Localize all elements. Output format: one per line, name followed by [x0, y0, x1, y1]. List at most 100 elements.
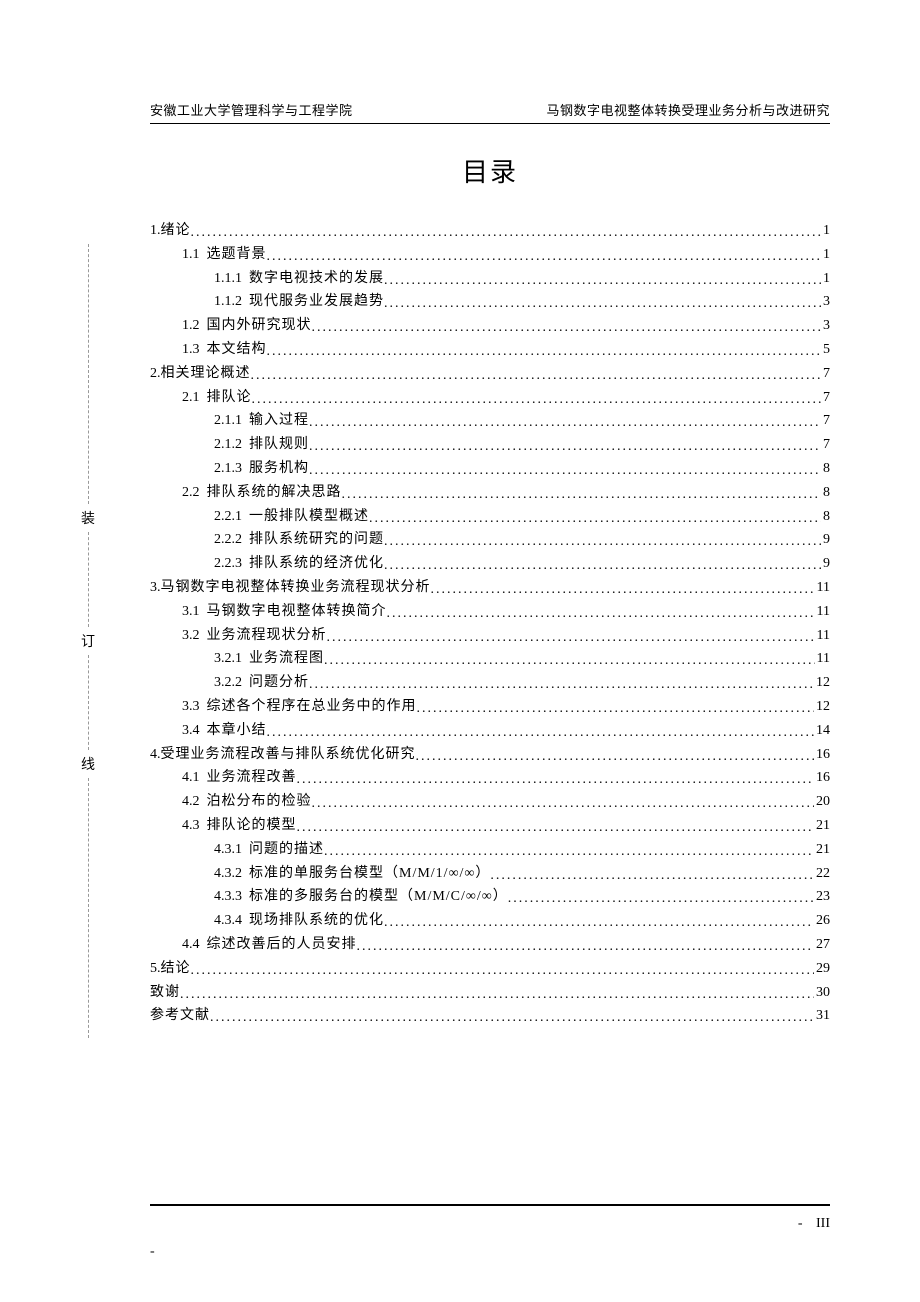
toc-gap: [242, 505, 249, 529]
toc-number: 4.3.1: [214, 838, 242, 862]
toc-leader-dots: [431, 578, 815, 602]
footer-rule: [150, 1204, 830, 1206]
toc-entry: 4.3.4 现场排队系统的优化26: [150, 909, 830, 933]
toc-number: 1.1: [182, 243, 200, 267]
toc-page: 9: [821, 552, 830, 576]
toc-label: 问题的描述: [249, 838, 324, 862]
toc-page: 31: [814, 1004, 830, 1028]
toc-leader-dots: [297, 768, 815, 792]
toc-leader-dots: [342, 483, 822, 507]
toc-leader-dots: [309, 459, 821, 483]
toc-gap: [242, 528, 249, 552]
toc-entry: 2.2.1 一般排队模型概述8: [150, 505, 830, 529]
binding-char-2: 订: [78, 631, 98, 651]
toc-leader-dots: [309, 435, 821, 459]
toc-number: 2.2.2: [214, 528, 242, 552]
toc-leader-dots: [312, 792, 815, 816]
toc-page: 7: [821, 409, 830, 433]
toc-entry: 参考文献 31: [150, 1004, 830, 1028]
toc-label: 本文结构: [207, 338, 267, 362]
toc-label: 综述各个程序在总业务中的作用: [207, 695, 417, 719]
toc-page: 8: [821, 481, 830, 505]
toc-page: 23: [814, 885, 830, 909]
toc-entry: 3.2.2 问题分析12: [150, 671, 830, 695]
toc-page: 1: [821, 267, 830, 291]
toc-page: 30: [814, 981, 830, 1005]
toc-label: 业务流程改善: [207, 766, 297, 790]
toc-page: 7: [821, 386, 830, 410]
toc-page: 12: [814, 671, 830, 695]
toc-number: 1.: [150, 219, 161, 243]
toc-leader-dots: [369, 507, 821, 531]
toc-page: 11: [815, 647, 830, 671]
toc-entry: 1.3 本文结构5: [150, 338, 830, 362]
toc-number: 3.1: [182, 600, 200, 624]
toc-gap: [200, 386, 207, 410]
toc-number: 4.3.3: [214, 885, 242, 909]
toc-gap: [200, 600, 207, 624]
toc-label: 受理业务流程改善与排队系统优化研究: [161, 743, 416, 767]
toc-gap: [200, 243, 207, 267]
toc-number: 2.: [150, 362, 161, 386]
toc-page: 27: [814, 933, 830, 957]
toc-gap: [242, 290, 249, 314]
toc-leader-dots: [267, 245, 822, 269]
toc-label: 本章小结: [207, 719, 267, 743]
toc-label: 选题背景: [207, 243, 267, 267]
toc-label: 输入过程: [249, 409, 309, 433]
toc-label: 致谢: [150, 981, 180, 1005]
toc-gap: [242, 671, 249, 695]
toc-entry: 1.1.1 数字电视技术的发展1: [150, 267, 830, 291]
toc-entry: 2.相关理论概述7: [150, 362, 830, 386]
toc-entry: 3.1 马钢数字电视整体转换简介11: [150, 600, 830, 624]
toc-label: 业务流程现状分析: [207, 624, 327, 648]
toc-number: 3.: [150, 576, 161, 600]
toc-leader-dots: [267, 721, 815, 745]
toc-label: 结论: [161, 957, 191, 981]
toc-number: 1.1.2: [214, 290, 242, 314]
binding-char-3: 线: [78, 754, 98, 774]
toc-leader-dots: [251, 364, 822, 388]
page-title: 目录: [150, 152, 830, 189]
binding-margin: 装 订 线: [78, 240, 98, 1042]
toc-entry: 4.3.2 标准的单服务台模型（M/M/1/∞/∞）22: [150, 862, 830, 886]
toc-gap: [242, 838, 249, 862]
toc-label: 泊松分布的检验: [207, 790, 312, 814]
toc-leader-dots: [384, 269, 821, 293]
toc-gap: [242, 909, 249, 933]
toc-leader-dots: [384, 292, 821, 316]
binding-line: [88, 778, 89, 1038]
toc-gap: [200, 933, 207, 957]
toc-number: 4.3: [182, 814, 200, 838]
table-of-contents: 1.绪论11.1 选题背景11.1.1 数字电视技术的发展11.1.2 现代服务…: [150, 219, 830, 1028]
toc-entry: 3.2 业务流程现状分析 11: [150, 624, 830, 648]
toc-page: 11: [815, 624, 830, 648]
toc-number: 5.: [150, 957, 161, 981]
page-content: 安徽工业大学管理科学与工程学院 马钢数字电视整体转换受理业务分析与改进研究 目录…: [150, 100, 830, 1028]
page-number-roman: III: [816, 1216, 830, 1231]
toc-gap: [242, 433, 249, 457]
page-header: 安徽工业大学管理科学与工程学院 马钢数字电视整体转换受理业务分析与改进研究: [150, 100, 830, 124]
toc-number: 2.1.3: [214, 457, 242, 481]
toc-leader-dots: [312, 316, 822, 340]
toc-entry: 1.绪论1: [150, 219, 830, 243]
toc-label: 参考文献: [150, 1004, 210, 1028]
toc-gap: [242, 267, 249, 291]
toc-entry: 3.2.1 业务流程图11: [150, 647, 830, 671]
toc-leader-dots: [384, 554, 821, 578]
toc-leader-dots: [416, 745, 815, 769]
header-left: 安徽工业大学管理科学与工程学院: [150, 100, 353, 119]
toc-number: 3.4: [182, 719, 200, 743]
toc-page: 29: [814, 957, 830, 981]
toc-gap: [200, 766, 207, 790]
toc-page: 5: [821, 338, 830, 362]
toc-number: 3.2: [182, 624, 200, 648]
toc-gap: [242, 409, 249, 433]
toc-entry: 2.2 排队系统的解决思路8: [150, 481, 830, 505]
toc-page: 11: [815, 576, 830, 600]
toc-gap: [200, 719, 207, 743]
toc-label: 马钢数字电视整体转换简介: [207, 600, 387, 624]
header-right: 马钢数字电视整体转换受理业务分析与改进研究: [546, 100, 830, 119]
toc-number: 2.1.1: [214, 409, 242, 433]
toc-label: 一般排队模型概述: [249, 505, 369, 529]
